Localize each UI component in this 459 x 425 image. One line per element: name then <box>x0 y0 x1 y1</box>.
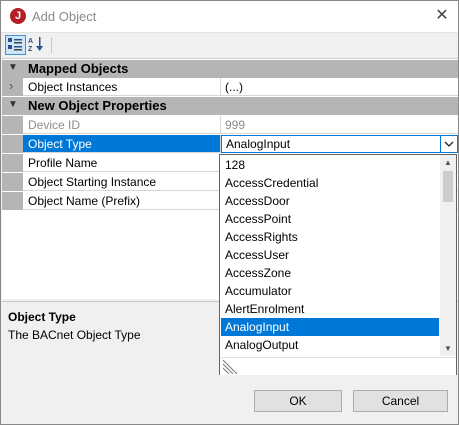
property-value-cell: 999 <box>221 116 458 134</box>
dropdown-options: 128 AccessCredential AccessDoor AccessPoint… <box>220 155 439 356</box>
dropdown-scrollbar[interactable]: ▲ ▼ <box>440 155 456 356</box>
property-value: 999 <box>225 118 246 132</box>
property-name: Profile Name <box>28 156 98 170</box>
category-mapped-objects[interactable]: ▼ Mapped Objects <box>2 60 458 78</box>
dropdown-option[interactable]: Accumulator <box>221 282 439 300</box>
row-gutter <box>2 192 23 210</box>
collapse-chevron-icon[interactable]: ▼ <box>8 62 18 73</box>
description-title: Object Type <box>8 310 76 324</box>
row-gutter <box>2 154 23 172</box>
scroll-down-icon[interactable]: ▼ <box>440 341 456 356</box>
categorized-view-button[interactable] <box>5 35 26 55</box>
property-name: Device ID <box>28 118 81 132</box>
close-icon[interactable]: ✕ <box>431 6 453 26</box>
dropdown-option[interactable]: 128 <box>221 156 439 174</box>
property-name-cell: Profile Name <box>23 154 221 172</box>
title-bar: J Add Object ✕ <box>1 1 458 33</box>
category-new-object-properties[interactable]: ▼ New Object Properties <box>2 97 458 115</box>
alphabetical-sort-button[interactable]: A Z <box>27 35 48 55</box>
property-name: Object Instances <box>28 80 118 94</box>
svg-text:A: A <box>28 38 33 45</box>
categorized-view-icon <box>8 38 22 51</box>
resize-grip-icon <box>222 359 238 374</box>
dropdown-option[interactable]: AnalogOutput <box>221 336 439 354</box>
scroll-up-icon[interactable]: ▲ <box>440 155 456 170</box>
resize-grip[interactable] <box>220 357 456 375</box>
object-type-combobox[interactable]: AnalogInput <box>221 135 458 153</box>
dropdown-option[interactable]: AccessRights <box>221 228 439 246</box>
combobox-dropdown-button[interactable] <box>440 136 457 152</box>
category-label: Mapped Objects <box>28 61 129 76</box>
dropdown-option[interactable]: AlertEnrolment <box>221 300 439 318</box>
dropdown-option[interactable]: AccessCredential <box>221 174 439 192</box>
dropdown-option[interactable]: AccessUser <box>221 246 439 264</box>
property-row-device-id: Device ID 999 <box>2 116 458 134</box>
window-title: Add Object <box>32 9 97 24</box>
property-name-cell: Object Type <box>23 135 221 153</box>
property-name: Object Starting Instance <box>28 175 157 189</box>
alphabetical-sort-icon: A Z <box>28 37 43 53</box>
property-grid-toolbar: A Z <box>2 33 457 58</box>
row-gutter: › <box>2 78 23 96</box>
property-row-object-type[interactable]: Object Type AnalogInput <box>2 135 458 153</box>
svg-text:Z: Z <box>28 46 33 53</box>
property-value: (...) <box>225 80 243 94</box>
add-object-dialog: J Add Object ✕ A Z ▼ Mapped Objects › Ob… <box>0 0 459 425</box>
property-name-cell: Object Starting Instance <box>23 173 221 191</box>
dropdown-option[interactable]: AccessZone <box>221 264 439 282</box>
property-value-cell[interactable]: (...) <box>221 78 458 96</box>
property-name: Object Name (Prefix) <box>28 194 141 208</box>
dropdown-option[interactable]: AccessPoint <box>221 210 439 228</box>
scrollbar-thumb[interactable] <box>443 171 453 202</box>
property-name-cell: Object Name (Prefix) <box>23 192 221 210</box>
dropdown-option[interactable]: AccessDoor <box>221 192 439 210</box>
combobox-value: AnalogInput <box>226 137 291 151</box>
property-name-cell: Object Instances <box>23 78 221 96</box>
object-type-dropdown-list[interactable]: 128 AccessCredential AccessDoor AccessPoint… <box>219 154 457 375</box>
dropdown-option[interactable]: AnalogInput <box>221 318 439 336</box>
expand-chevron-icon[interactable]: › <box>9 78 13 93</box>
collapse-chevron-icon[interactable]: ▼ <box>8 99 18 110</box>
toolbar-separator <box>51 37 52 53</box>
ok-button[interactable]: OK <box>254 390 342 412</box>
category-label: New Object Properties <box>28 98 167 113</box>
property-row-object-instances[interactable]: › Object Instances (...) <box>2 78 458 96</box>
row-gutter <box>2 135 23 153</box>
cancel-button[interactable]: Cancel <box>353 390 448 412</box>
property-name: Object Type <box>28 137 92 151</box>
app-icon: J <box>10 8 26 24</box>
row-gutter <box>2 173 23 191</box>
row-gutter <box>2 116 23 134</box>
property-name-cell: Device ID <box>23 116 221 134</box>
chevron-down-icon <box>444 141 454 147</box>
description-text: The BACnet Object Type <box>8 328 141 342</box>
